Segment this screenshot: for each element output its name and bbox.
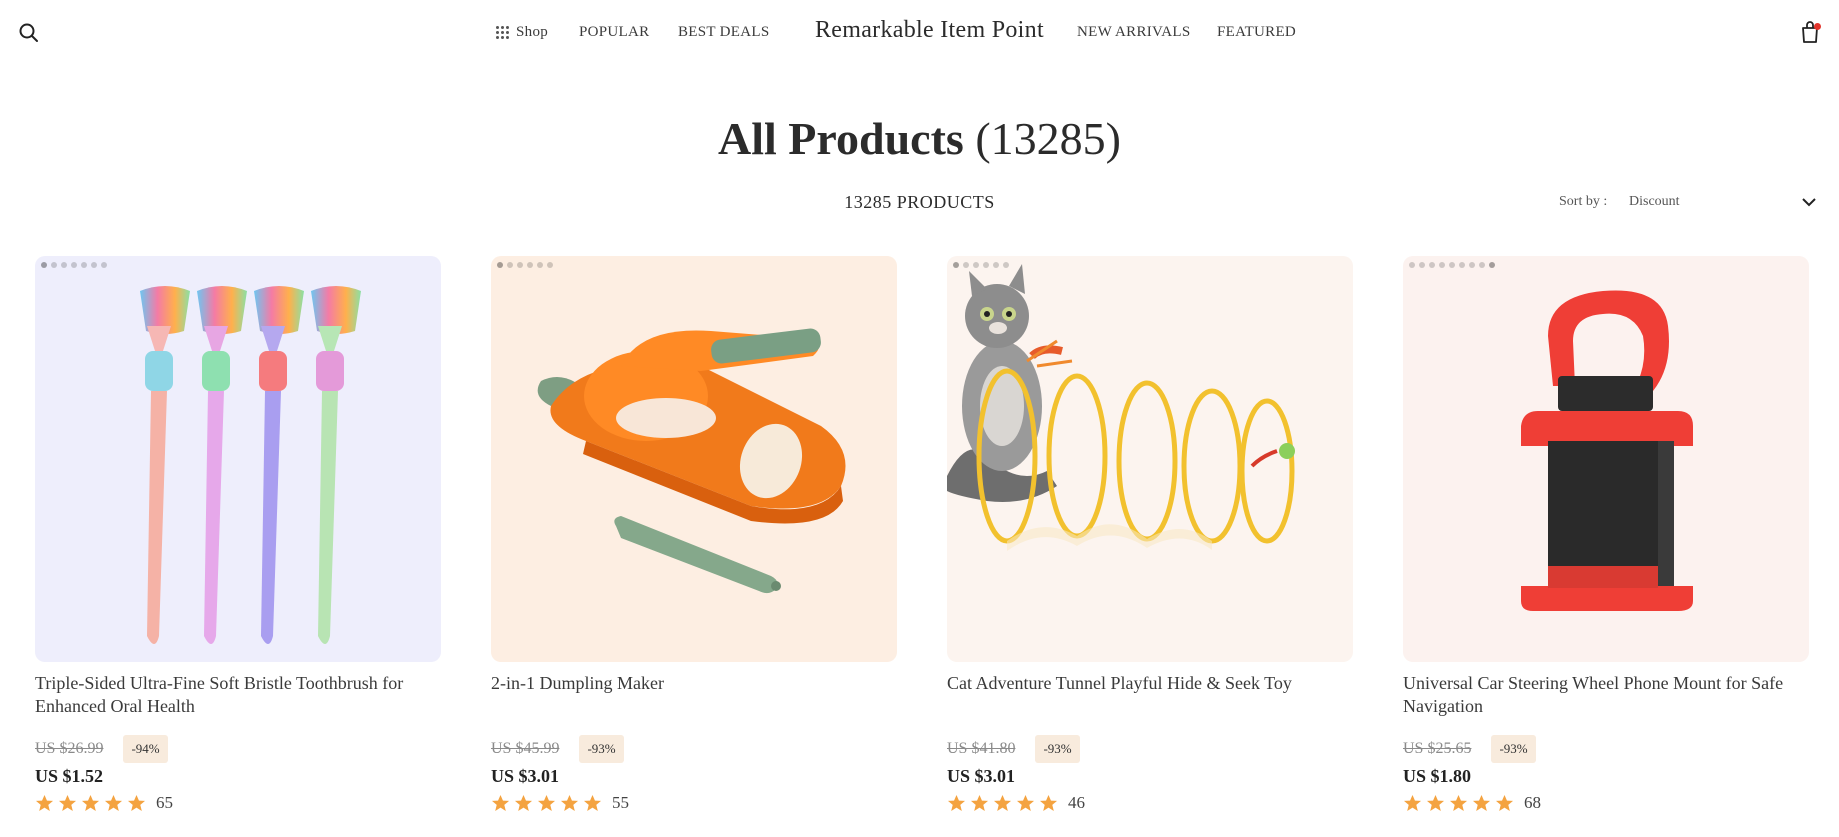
original-price: US $45.99 (491, 740, 560, 757)
product-image[interactable] (491, 256, 897, 662)
brand-logo[interactable]: Remarkable Item Point (815, 17, 1044, 44)
chevron-down-icon (1802, 198, 1816, 207)
discount-badge: -93% (1035, 735, 1080, 763)
product-title[interactable]: 2-in-1 Dumpling Maker (491, 672, 897, 718)
star-icon (947, 794, 966, 812)
review-count: 65 (156, 793, 173, 812)
star-icon (35, 794, 54, 812)
sort-value: Discount (1629, 194, 1680, 209)
rating-stars: 68 (1403, 793, 1809, 813)
cat-tunnel-image (947, 264, 1295, 551)
sale-price: US $1.80 (1403, 766, 1472, 786)
sale-price: US $3.01 (491, 766, 560, 786)
price-row: US $41.80 -93% (947, 734, 1353, 764)
discount-badge: -93% (579, 735, 624, 763)
original-price: US $25.65 (1403, 740, 1472, 757)
discount-badge: -93% (1491, 735, 1536, 763)
star-icon (1472, 794, 1491, 812)
star-icon (1449, 794, 1468, 812)
star-icon (1016, 794, 1035, 812)
review-count: 46 (1068, 793, 1085, 812)
product-title[interactable]: Triple-Sided Ultra-Fine Soft Bristle Too… (35, 672, 441, 718)
star-icon (491, 794, 510, 812)
original-price: US $41.80 (947, 740, 1016, 757)
product-title[interactable]: Universal Car Steering Wheel Phone Mount… (1403, 672, 1809, 718)
nav-popular[interactable]: POPULAR (579, 22, 649, 42)
grid-icon (496, 25, 509, 39)
star-icon (537, 794, 556, 812)
site-header: Shop POPULAR BEST DEALS NEW ARRIVALS FEA… (0, 0, 1839, 64)
price-row: US $26.99 -94% (35, 734, 441, 764)
phone-mount-image (1521, 290, 1693, 611)
price-row: US $45.99 -93% (491, 734, 897, 764)
sale-price: US $1.52 (35, 766, 104, 786)
star-icon (514, 794, 533, 812)
price-row: US $25.65 -93% (1403, 734, 1809, 764)
nav-shop-label: Shop (516, 24, 549, 40)
star-icon (1426, 794, 1445, 812)
nav-best-deals[interactable]: BEST DEALS (678, 22, 769, 42)
product-card[interactable]: Universal Car Steering Wheel Phone Mount… (1403, 256, 1809, 813)
star-icon (1403, 794, 1422, 812)
nav-featured[interactable]: FEATURED (1217, 22, 1296, 42)
star-icon (1039, 794, 1058, 812)
page-title: All Products (13285) (0, 112, 1839, 165)
toothbrush-image (140, 286, 361, 644)
original-price: US $26.99 (35, 740, 104, 757)
nav-shop[interactable]: Shop (496, 22, 548, 42)
star-icon (583, 794, 602, 812)
star-icon (58, 794, 77, 812)
product-card[interactable]: Cat Adventure Tunnel Playful Hide & Seek… (947, 256, 1353, 813)
product-image[interactable] (947, 256, 1353, 662)
rating-stars: 65 (35, 793, 441, 813)
product-card[interactable]: 2-in-1 Dumpling Maker US $45.99 -93% US … (491, 256, 897, 813)
sale-price: US $3.01 (947, 766, 1016, 786)
product-image[interactable] (35, 256, 441, 662)
product-image[interactable] (1403, 256, 1809, 662)
cart-badge (1814, 23, 1821, 30)
star-icon (127, 794, 146, 812)
star-icon (560, 794, 579, 812)
sort-label: Sort by : (1559, 194, 1608, 209)
star-icon (1495, 794, 1514, 812)
rating-stars: 55 (491, 793, 897, 813)
page-title-text: All Products (718, 113, 964, 164)
sort-select[interactable]: Discount (1625, 190, 1817, 216)
shopping-bag-icon[interactable] (1800, 20, 1822, 44)
star-icon (993, 794, 1012, 812)
star-icon (81, 794, 100, 812)
star-icon (970, 794, 989, 812)
star-icon (104, 794, 123, 812)
rating-stars: 46 (947, 793, 1353, 813)
product-title[interactable]: Cat Adventure Tunnel Playful Hide & Seek… (947, 672, 1353, 718)
dumpling-maker-image (537, 328, 846, 594)
review-count: 68 (1524, 793, 1541, 812)
discount-badge: -94% (123, 735, 168, 763)
nav-new-arrivals[interactable]: NEW ARRIVALS (1077, 22, 1190, 42)
page-title-count: (13285) (975, 113, 1121, 164)
product-card[interactable]: Triple-Sided Ultra-Fine Soft Bristle Too… (35, 256, 441, 813)
review-count: 55 (612, 793, 629, 812)
